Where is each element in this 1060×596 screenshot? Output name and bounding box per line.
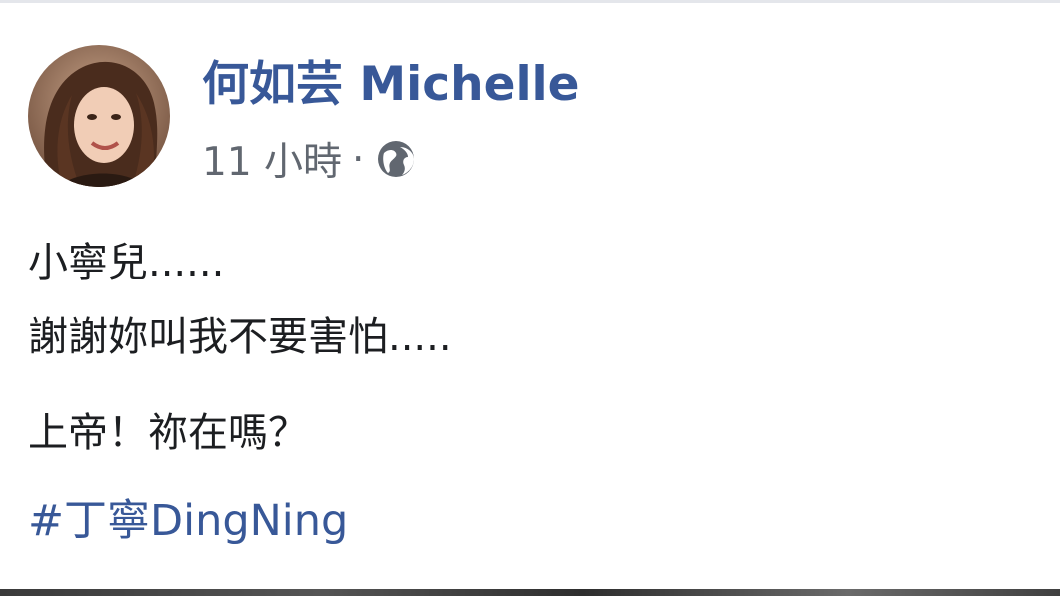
facebook-post: 何如芸 Michelle 11 小時 · 小寧兒...... 謝謝妳叫我不要害怕… <box>0 0 1060 596</box>
post-text-line: 小寧兒...... <box>28 240 225 286</box>
post-media-preview[interactable] <box>0 589 1060 596</box>
avatar-photo <box>28 45 170 187</box>
globe-icon[interactable] <box>374 137 418 181</box>
post-text-line: 謝謝妳叫我不要害怕..... <box>28 314 452 360</box>
post-meta: 11 小時 · <box>202 131 418 187</box>
meta-separator: · <box>352 136 365 182</box>
post-timestamp[interactable]: 11 小時 <box>202 131 342 187</box>
author-avatar[interactable] <box>28 45 170 187</box>
hashtag-link[interactable]: #丁寧DingNing <box>28 493 348 549</box>
author-name-link[interactable]: 何如芸 Michelle <box>202 55 580 115</box>
post-text-line: 上帝！祢在嗎？ <box>28 410 308 456</box>
